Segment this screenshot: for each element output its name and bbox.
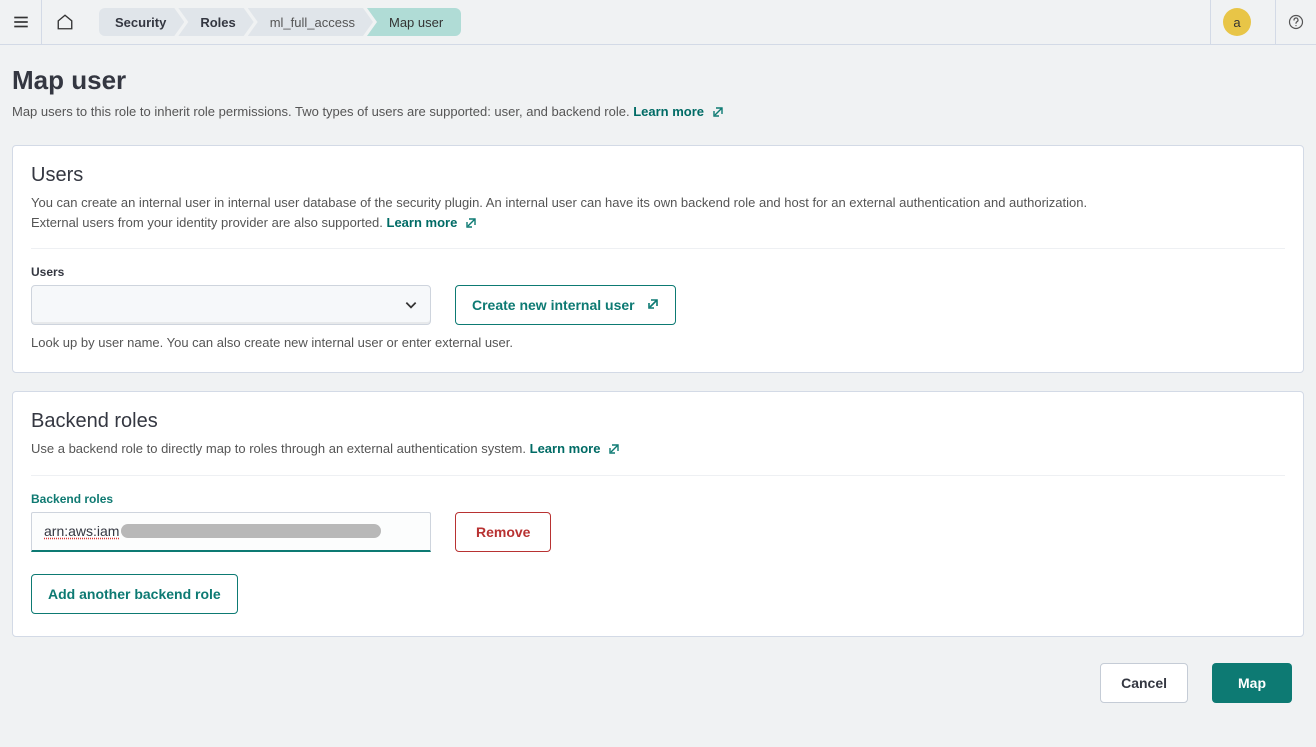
add-backend-role-button[interactable]: Add another backend role xyxy=(31,574,238,614)
breadcrumb-map-user: Map user xyxy=(367,8,461,36)
backend-roles-panel: Backend roles Use a backend role to dire… xyxy=(12,391,1304,637)
footer-actions: Cancel Map xyxy=(12,655,1304,723)
backend-panel-desc: Use a backend role to directly map to ro… xyxy=(31,439,1285,461)
remove-backend-role-button[interactable]: Remove xyxy=(455,512,551,552)
avatar[interactable]: a xyxy=(1223,8,1251,36)
chevron-down-icon xyxy=(404,298,418,312)
backend-panel-title: Backend roles xyxy=(31,410,1285,433)
home-icon xyxy=(56,13,74,31)
external-link-icon xyxy=(608,441,620,461)
users-learn-more-link[interactable]: Learn more xyxy=(387,215,477,230)
breadcrumb: Security Roles ml_full_access Map user xyxy=(87,8,461,36)
help-button[interactable] xyxy=(1276,0,1316,44)
breadcrumb-security[interactable]: Security xyxy=(99,8,184,36)
breadcrumb-roles[interactable]: Roles xyxy=(178,8,253,36)
redacted-text xyxy=(121,524,381,538)
users-panel: Users You can create an internal user in… xyxy=(12,145,1304,373)
breadcrumb-role-name[interactable]: ml_full_access xyxy=(248,8,373,36)
backend-learn-more-link[interactable]: Learn more xyxy=(530,441,620,456)
hamburger-icon xyxy=(12,13,30,31)
users-select[interactable] xyxy=(31,285,431,325)
users-panel-title: Users xyxy=(31,164,1285,187)
users-help-text: Look up by user name. You can also creat… xyxy=(31,335,1285,350)
external-link-icon xyxy=(712,106,724,121)
learn-more-link[interactable]: Learn more xyxy=(633,104,723,119)
users-field-label: Users xyxy=(31,265,1285,279)
help-icon xyxy=(1288,14,1304,30)
external-link-icon xyxy=(465,215,477,235)
home-link[interactable] xyxy=(42,0,87,45)
backend-role-input[interactable]: arn:aws:iam xyxy=(31,512,431,552)
page-desc-text: Map users to this role to inherit role p… xyxy=(12,104,630,119)
backend-roles-field-label: Backend roles xyxy=(31,492,1285,506)
users-panel-desc: You can create an internal user in inter… xyxy=(31,193,1285,234)
create-internal-user-button[interactable]: Create new internal user xyxy=(455,285,676,325)
page-description: Map users to this role to inherit role p… xyxy=(12,104,1304,121)
external-link-icon xyxy=(647,297,659,313)
page-title: Map user xyxy=(12,65,1304,96)
menu-toggle[interactable] xyxy=(0,0,42,45)
